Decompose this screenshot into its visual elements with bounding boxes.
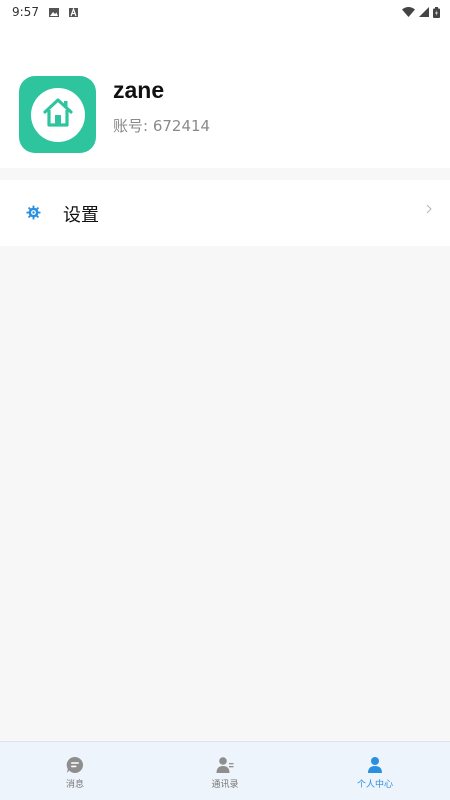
chat-icon (66, 756, 84, 774)
nav-label-messages: 消息 (65, 780, 84, 790)
bottom-nav: 消息 通讯录 个人中心 (0, 741, 450, 800)
nav-item-profile[interactable]: 个人中心 (300, 742, 450, 800)
wifi-icon (402, 7, 415, 17)
signal-icon (419, 7, 429, 17)
username: zane (113, 77, 165, 103)
settings-row[interactable]: 设置 (0, 180, 450, 246)
home-icon (41, 97, 75, 133)
contacts-icon (216, 756, 234, 774)
chevron-right-icon (426, 202, 432, 218)
image-icon (48, 7, 59, 17)
nav-item-messages[interactable]: 消息 (0, 742, 150, 800)
account-number: 672414 (152, 117, 211, 135)
avatar[interactable] (19, 76, 96, 153)
person-icon (366, 756, 384, 774)
battery-icon (433, 6, 440, 18)
nav-label-contacts: 通讯录 (211, 780, 239, 790)
gear-icon (26, 205, 41, 220)
account-id: 账号: 672414 (113, 115, 210, 136)
account-label: 账号: (113, 117, 153, 135)
status-right (402, 6, 440, 18)
settings-label: 设置 (63, 205, 99, 226)
nav-item-contacts[interactable]: 通讯录 (150, 742, 300, 800)
status-left: 9:57 (12, 5, 78, 19)
status-bar: 9:57 (0, 0, 450, 24)
text-a-icon (68, 7, 78, 17)
status-time: 9:57 (12, 5, 39, 19)
nav-label-profile: 个人中心 (356, 780, 393, 790)
profile-header: zane 账号: 672414 (0, 24, 450, 168)
avatar-circle (30, 87, 85, 142)
